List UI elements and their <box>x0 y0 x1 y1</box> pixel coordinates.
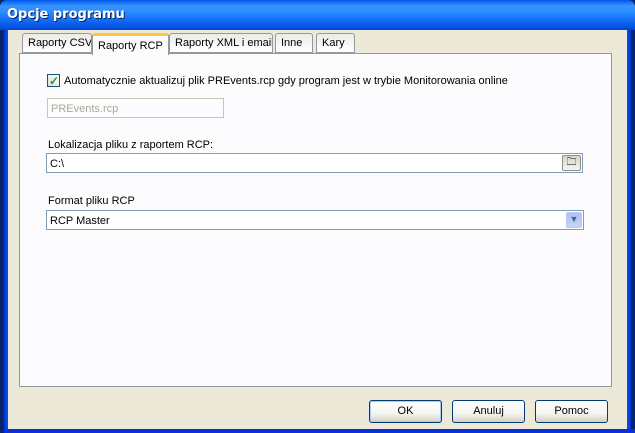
events-file-field: PREvents.rcp <box>47 98 224 118</box>
tab-inne[interactable]: Inne <box>275 33 313 53</box>
tab-raporty-csv[interactable]: Raporty CSV <box>22 33 92 53</box>
cancel-button[interactable]: Anuluj <box>452 400 525 423</box>
report-location-label: Lokalizacja pliku z raportem RCP: <box>48 139 214 151</box>
help-button[interactable]: Pomoc <box>535 400 608 423</box>
tab-raporty-rcp[interactable]: Raporty RCP <box>92 33 169 55</box>
tab-raporty-xml-email[interactable]: Raporty XML i email <box>169 33 273 53</box>
title-bar[interactable]: Opcje programu <box>0 0 635 30</box>
report-location-input[interactable]: C:\ 🗀 <box>46 153 583 173</box>
chevron-down-icon[interactable]: ▼ <box>566 212 582 228</box>
window-border-left <box>4 28 8 433</box>
auto-update-checkbox[interactable]: ✓ <box>47 74 60 88</box>
folder-browse-icon[interactable]: 🗀 <box>562 155 581 171</box>
tab-kary[interactable]: Kary <box>316 33 355 53</box>
file-format-label: Format pliku RCP <box>48 195 135 207</box>
window-border-bottom <box>4 429 635 433</box>
window-title: Opcje programu <box>7 7 125 22</box>
window-border-right <box>627 28 631 433</box>
auto-update-label: Automatycznie aktualizuj plik PREvents.r… <box>64 75 508 87</box>
ok-button[interactable]: OK <box>369 400 442 423</box>
checkmark-icon: ✓ <box>49 74 60 88</box>
options-dialog: Opcje programu Raporty CSV Raporty RCP R… <box>0 0 635 433</box>
file-format-select[interactable]: RCP Master ▼ <box>46 210 584 230</box>
